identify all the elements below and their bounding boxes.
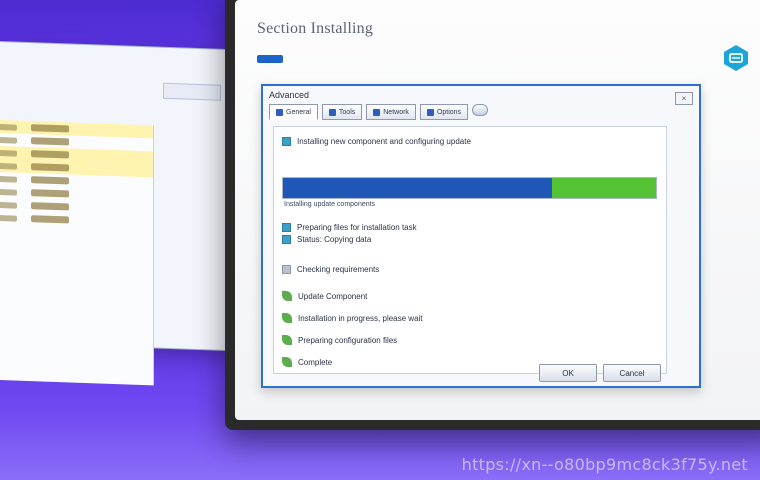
cancel-button[interactable]: Cancel — [603, 364, 661, 382]
page-title: Section Installing — [257, 20, 374, 37]
tab-label: Options — [436, 108, 462, 116]
progress-subtext: Installing update components — [284, 201, 376, 208]
background-window — [0, 40, 234, 386]
list-item: Preparing configuration files — [282, 335, 397, 345]
row-text: Preparing files for installation task — [297, 223, 417, 232]
tab-scroll-button[interactable] — [472, 104, 489, 116]
leaf-icon — [282, 313, 292, 323]
list-item: Status: Copying data — [282, 235, 371, 244]
tab-label: Network — [383, 108, 409, 116]
progress-fill-complete — [551, 178, 656, 198]
dialog-title: Advanced — [269, 90, 310, 100]
info-square-icon — [282, 223, 291, 232]
close-button[interactable]: × — [675, 92, 693, 105]
list-item: Preparing files for installation task — [282, 223, 417, 232]
tab-bar: General Tools Network Options — [269, 104, 489, 120]
tab-general[interactable]: General — [269, 104, 318, 120]
ok-button[interactable]: OK — [539, 364, 597, 382]
tab-label: Tools — [338, 108, 356, 116]
row-text: Installation in progress, please wait — [298, 313, 423, 323]
install-progress-bar — [282, 177, 657, 199]
list-item: Installing new component and configuring… — [282, 137, 471, 146]
tab-options[interactable]: Options — [419, 104, 469, 120]
row-text: Checking requirements — [297, 265, 380, 274]
list-item: Update Component — [282, 291, 367, 301]
monitor-screen: Section Installing Advanced × General To… — [235, 0, 760, 420]
background-window-tab[interactable] — [163, 82, 221, 101]
background-window-list — [0, 119, 154, 386]
monitor-bezel: Section Installing Advanced × General To… — [225, 0, 760, 430]
row-text: Preparing configuration files — [298, 335, 398, 345]
accent-chip — [257, 55, 283, 63]
tools-tab-icon — [328, 108, 336, 116]
settings-hex-icon[interactable] — [722, 44, 750, 72]
leaf-icon — [282, 335, 292, 345]
info-square-icon — [282, 235, 291, 244]
list-item: Installation in progress, please wait — [282, 313, 423, 323]
watermark: https://xn--o80bp9mc8ck3f75y.net — [461, 455, 748, 474]
row-text: Status: Copying data — [297, 235, 372, 244]
tab-tools[interactable]: Tools — [321, 104, 363, 120]
network-tab-icon — [373, 108, 381, 116]
info-square-icon — [282, 265, 291, 274]
dialog-content: Installing new component and configuring… — [273, 126, 667, 374]
list-item: Complete — [282, 357, 332, 367]
installer-dialog: Advanced × General Tools Network Options… — [261, 84, 701, 388]
progress-fill — [283, 178, 552, 198]
general-tab-icon — [276, 108, 283, 116]
row-text: Update Component — [298, 291, 368, 301]
leaf-icon — [282, 291, 292, 301]
options-tab-icon — [426, 108, 434, 116]
tab-label: General — [286, 108, 311, 116]
leaf-icon — [282, 357, 292, 367]
list-item: Checking requirements — [282, 265, 379, 274]
info-square-icon — [282, 137, 291, 146]
row-text: Installing new component and configuring… — [297, 137, 471, 146]
row-text: Complete — [298, 357, 333, 367]
close-icon: × — [681, 94, 687, 103]
tab-network[interactable]: Network — [366, 104, 416, 120]
